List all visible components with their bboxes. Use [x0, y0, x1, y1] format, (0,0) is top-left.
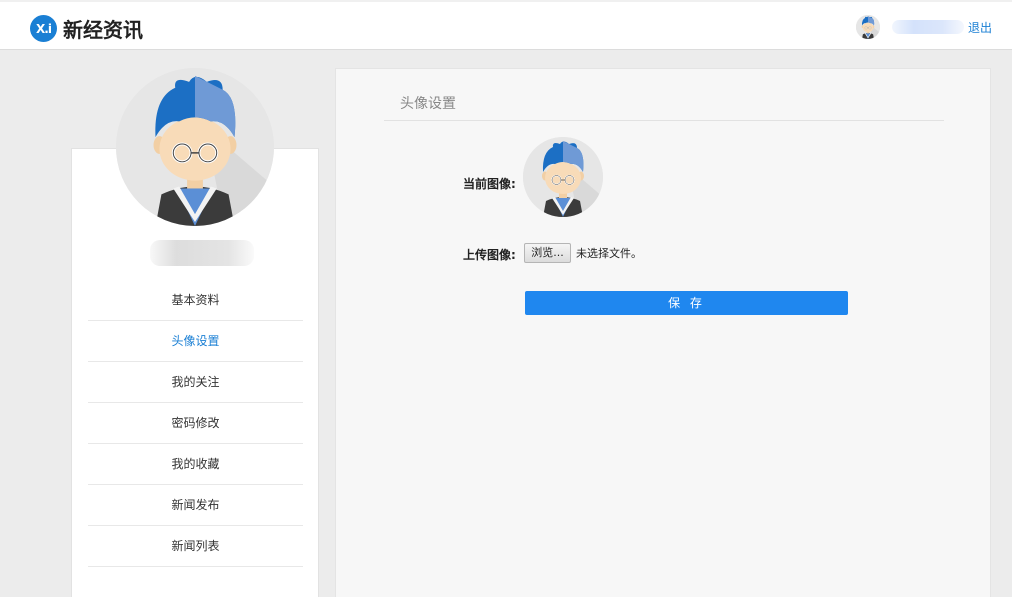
current-avatar-image	[523, 137, 603, 217]
sidebar-item-my-favorites[interactable]: 我的收藏	[88, 444, 303, 485]
logout-link[interactable]: 退出	[968, 19, 992, 36]
no-file-selected-text: 未选择文件。	[576, 247, 642, 260]
logo[interactable]: X.i 新经资讯	[30, 14, 143, 43]
sidebar-item-basic-info[interactable]: 基本资料	[88, 280, 303, 321]
save-button[interactable]: 保 存	[525, 291, 848, 315]
avatar-settings-panel: 头像设置 当前图像: 上传图像: 浏览... 未选择文件。 保 存	[335, 68, 991, 597]
sidebar-menu: 基本资料 头像设置 我的关注 密码修改 我的收藏 新闻发布 新闻列表	[88, 280, 303, 567]
profile-username-redacted	[150, 240, 254, 266]
profile-avatar	[116, 68, 274, 226]
user-area: 退出	[855, 15, 992, 39]
sidebar-item-my-follows[interactable]: 我的关注	[88, 362, 303, 403]
browse-file-button[interactable]: 浏览...	[524, 243, 571, 263]
site-name: 新经资讯	[63, 18, 143, 42]
top-header: X.i 新经资讯 退出	[0, 0, 1012, 50]
current-avatar-label: 当前图像:	[463, 177, 516, 191]
sidebar-item-avatar-settings[interactable]: 头像设置	[88, 321, 303, 362]
username-redacted	[891, 20, 964, 34]
upload-avatar-label: 上传图像:	[463, 248, 516, 262]
user-avatar-icon[interactable]	[855, 15, 880, 39]
sidebar-item-publish-news[interactable]: 新闻发布	[88, 485, 303, 526]
panel-title: 头像设置	[384, 93, 944, 121]
sidebar-item-change-password[interactable]: 密码修改	[88, 403, 303, 444]
logo-icon: X.i	[30, 15, 57, 42]
sidebar-item-news-list[interactable]: 新闻列表	[88, 526, 303, 567]
